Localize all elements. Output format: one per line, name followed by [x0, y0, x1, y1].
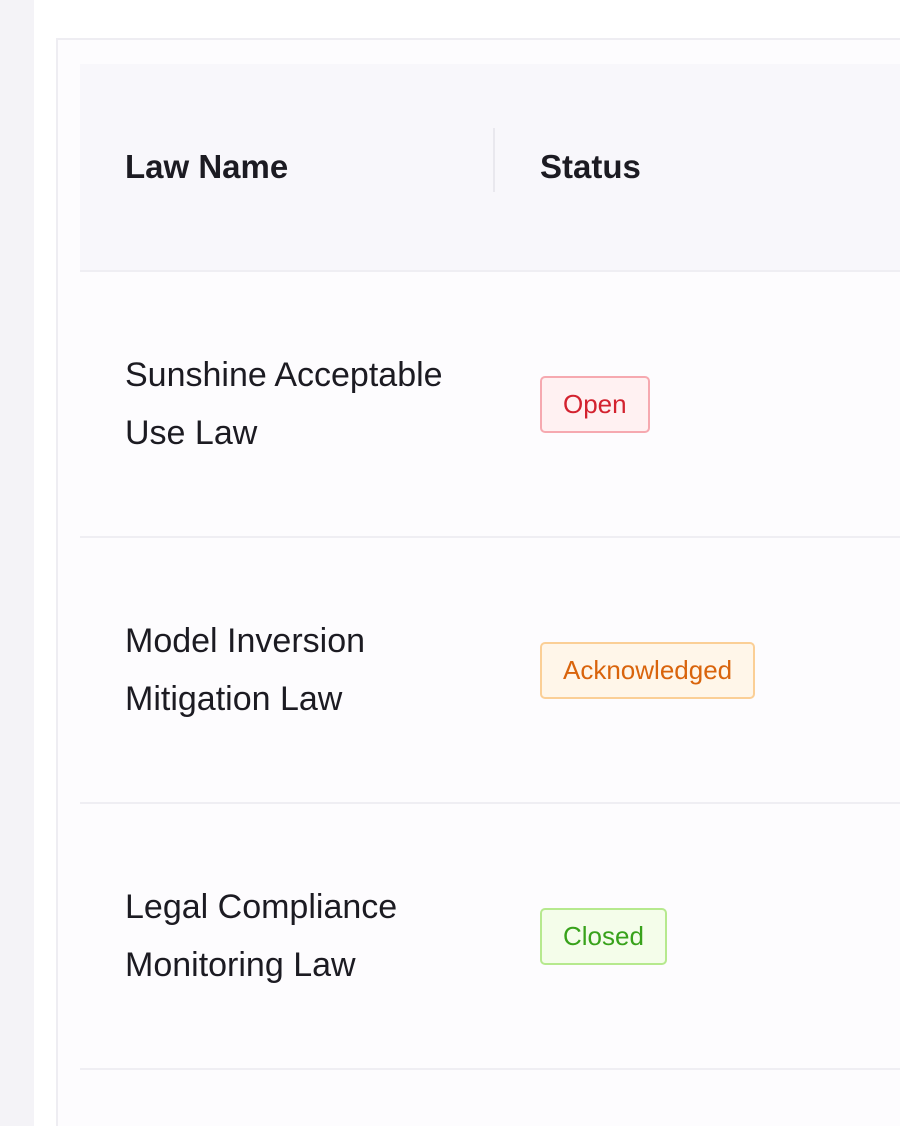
- column-divider[interactable]: [493, 128, 495, 192]
- law-name-cell: Sunshine Acceptable Use Law: [125, 356, 443, 452]
- status-badge: Open: [540, 375, 650, 433]
- table-header: Law Name Status: [80, 64, 900, 272]
- status-badge: Acknowledged: [540, 641, 756, 699]
- table-row[interactable]: Sunshine Acceptable Use Law Open: [80, 272, 900, 538]
- status-badge: Closed: [540, 907, 667, 965]
- content-card: Law Name Status Sunshine Acceptable Use …: [34, 0, 900, 1126]
- status-cell: Acknowledged: [540, 538, 756, 802]
- law-name-cell: Model Inversion Mitigation Law: [125, 622, 366, 718]
- laws-table: Law Name Status Sunshine Acceptable Use …: [80, 64, 900, 1070]
- law-name-cell: Legal Compliance Monitoring Law: [125, 888, 398, 984]
- status-cell: Open: [540, 272, 650, 536]
- column-header-law-name[interactable]: Law Name: [125, 64, 288, 270]
- status-cell: Closed: [540, 804, 667, 1068]
- table-row[interactable]: Model Inversion Mitigation Law Acknowled…: [80, 538, 900, 804]
- table-row[interactable]: Legal Compliance Monitoring Law Closed: [80, 804, 900, 1070]
- column-header-status[interactable]: Status: [540, 64, 641, 270]
- left-rail: [0, 0, 34, 1126]
- table-panel: Law Name Status Sunshine Acceptable Use …: [56, 38, 900, 1126]
